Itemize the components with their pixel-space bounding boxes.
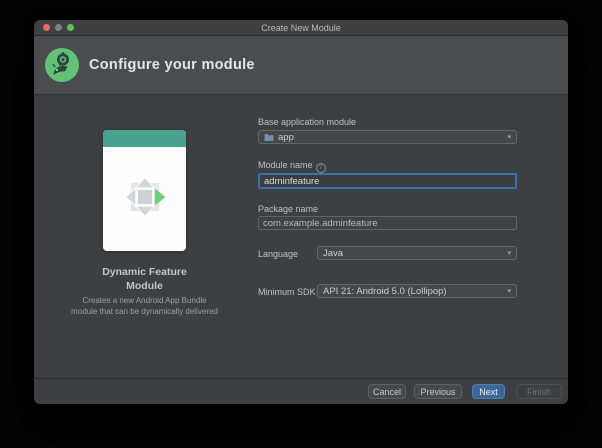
- minimum-sdk-value: API 21: Android 5.0 (Lollipop): [323, 285, 447, 297]
- language-dropdown[interactable]: Java ▾: [317, 246, 517, 260]
- package-name-label: Package name: [258, 204, 319, 214]
- window-title: Create New Module: [261, 22, 341, 33]
- base-application-module-dropdown[interactable]: app ▾: [258, 130, 517, 144]
- dynamic-feature-diamond-icon: [122, 174, 168, 220]
- close-button[interactable]: [43, 24, 50, 31]
- wizard-header: Configure your module: [34, 36, 568, 95]
- minimum-sdk-dropdown[interactable]: API 21: Android 5.0 (Lollipop) ▾: [317, 284, 517, 298]
- next-button[interactable]: Next: [472, 384, 505, 399]
- module-type-title: Dynamic Feature Module: [102, 266, 187, 292]
- base-application-module-value: app: [278, 131, 294, 143]
- minimize-button[interactable]: [55, 24, 62, 31]
- base-application-module-label: Base application module: [258, 117, 357, 127]
- page-title: Configure your module: [89, 57, 255, 73]
- footer-divider: [34, 378, 568, 379]
- help-icon[interactable]: ?: [315, 163, 326, 173]
- previous-button[interactable]: Previous: [414, 384, 462, 399]
- language-value: Java: [323, 247, 344, 259]
- android-studio-module-icon: [44, 47, 80, 83]
- cancel-button[interactable]: Cancel: [368, 384, 406, 399]
- traffic-lights: [43, 24, 74, 31]
- module-type-description: Creates a new Android App Bundle module …: [71, 296, 218, 316]
- chevron-down-icon: ▾: [507, 134, 511, 141]
- package-name-input[interactable]: [258, 216, 517, 230]
- create-new-module-dialog: Create New Module Configure your module: [34, 20, 568, 404]
- zoom-button[interactable]: [67, 24, 74, 31]
- dynamic-feature-illustration: [103, 130, 186, 251]
- titlebar[interactable]: Create New Module: [34, 20, 568, 36]
- module-name-label: Module name?: [258, 160, 326, 173]
- chevron-down-icon: ▾: [507, 288, 511, 295]
- module-name-input[interactable]: [258, 173, 517, 189]
- finish-button: Finish: [516, 384, 562, 399]
- minimum-sdk-label: Minimum SDK: [258, 287, 316, 297]
- language-label: Language: [258, 249, 299, 259]
- module-icon: [264, 132, 274, 142]
- card-teal-bar: [103, 130, 186, 147]
- chevron-down-icon: ▾: [507, 250, 511, 257]
